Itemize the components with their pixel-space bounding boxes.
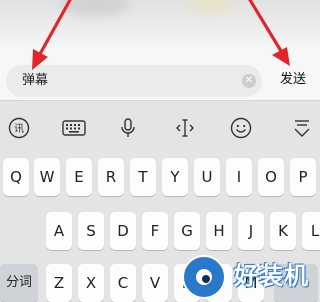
watermark-eye-icon [182, 255, 226, 299]
watermark-logo: 好装机 [178, 252, 320, 302]
key-u[interactable]: U [194, 158, 220, 196]
emoji-icon[interactable] [230, 117, 252, 139]
key-v[interactable]: V [142, 264, 168, 302]
fenci-key[interactable]: 分词 [0, 264, 38, 302]
key-d[interactable]: D [110, 212, 136, 250]
key-q[interactable]: Q [3, 158, 29, 196]
keyboard-icon[interactable] [62, 117, 86, 139]
key-c[interactable]: C [110, 264, 136, 302]
key-y[interactable]: Y [162, 158, 188, 196]
microphone-icon[interactable] [117, 117, 139, 139]
key-w[interactable]: W [34, 158, 60, 196]
key-f[interactable]: F [142, 212, 168, 250]
key-t[interactable]: T [130, 158, 156, 196]
hide-keyboard-icon[interactable] [291, 117, 313, 139]
key-a[interactable]: A [46, 212, 72, 250]
key-p[interactable]: P [290, 158, 316, 196]
key-g[interactable]: G [174, 212, 200, 250]
svg-text:讯: 讯 [14, 123, 24, 135]
left-annotation-arrow [32, 0, 290, 70]
key-k[interactable]: K [270, 212, 296, 250]
key-j[interactable]: J [238, 212, 264, 250]
watermark-text: 好装机 [234, 262, 309, 290]
key-r[interactable]: R [98, 158, 124, 196]
key-z[interactable]: Z [46, 264, 72, 302]
key-x[interactable]: X [78, 264, 104, 302]
key-s[interactable]: S [78, 212, 104, 250]
key-o[interactable]: O [258, 158, 284, 196]
key-e[interactable]: E [66, 158, 92, 196]
key-l[interactable]: L [302, 212, 320, 250]
key-i[interactable]: I [226, 158, 252, 196]
cursor-move-icon[interactable] [174, 117, 196, 139]
chinese-english-switch-icon[interactable]: 讯 [8, 117, 30, 139]
key-h[interactable]: H [206, 212, 232, 250]
